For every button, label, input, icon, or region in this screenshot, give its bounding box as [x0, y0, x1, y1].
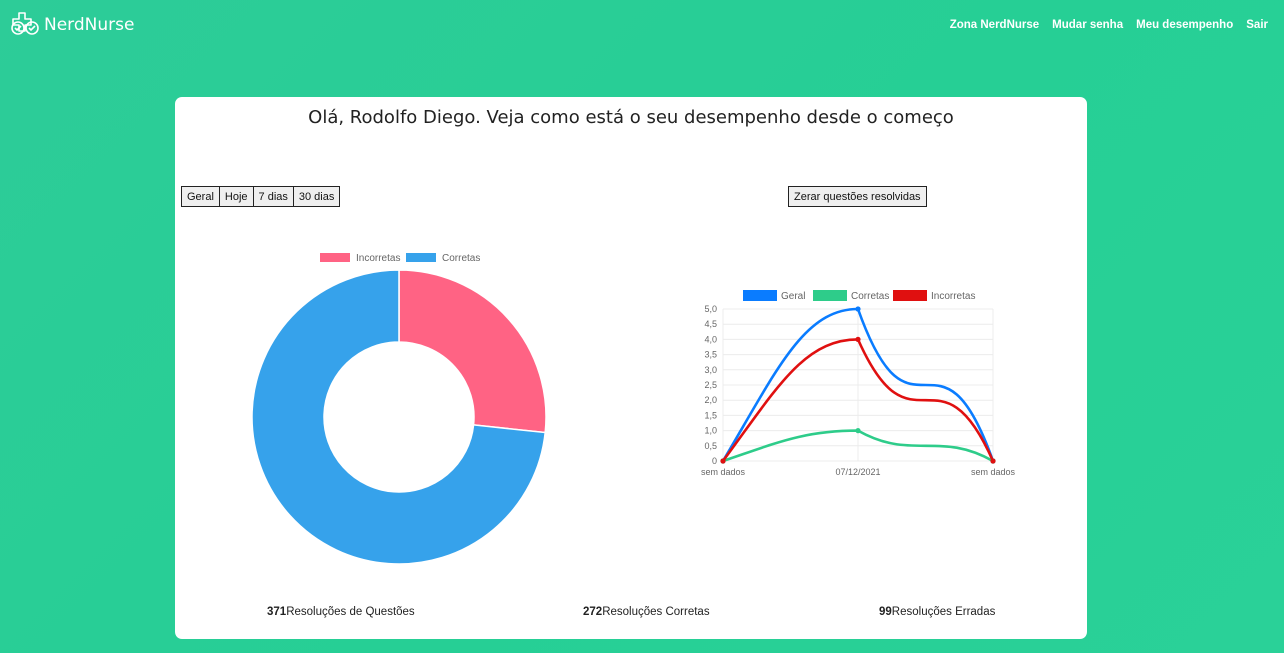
legend-label-0: Incorretas	[356, 253, 400, 264]
stat-wrong: 99Resoluções Erradas	[879, 606, 995, 618]
stat-correct-label: Resoluções Corretas	[602, 606, 710, 618]
brand-name: NerdNurse	[44, 15, 135, 35]
stat-wrong-label: Resoluções Erradas	[891, 606, 996, 618]
y-tick-label: 0	[712, 456, 717, 466]
point-geral	[855, 306, 861, 312]
page-title: Olá, Rodolfo Diego. Veja como está o seu…	[308, 107, 954, 128]
point-incorretas	[990, 458, 996, 464]
y-tick-label: 1,5	[704, 410, 717, 420]
performance-card: Olá, Rodolfo Diego. Veja como está o seu…	[175, 97, 1087, 639]
nav-sair[interactable]: Sair	[1246, 19, 1268, 31]
point-corretas	[855, 428, 861, 434]
y-tick-label: 4,0	[704, 334, 717, 344]
filter-30-dias-button[interactable]: 30 dias	[292, 186, 341, 207]
filter-7-dias-button[interactable]: 7 dias	[252, 186, 294, 207]
navbar: NerdNurse Zona NerdNurse Mudar senha Meu…	[0, 0, 1284, 52]
brand-logo[interactable]: NerdNurse	[10, 11, 134, 39]
doughnut-chart: Incorretas Corretas	[251, 253, 547, 565]
stat-total-value: 371	[267, 606, 287, 618]
point-incorretas	[855, 336, 861, 342]
legend-swatch-1	[406, 253, 436, 262]
stat-total-label: Resoluções de Questões	[286, 606, 415, 618]
nav-meu-desempenho[interactable]: Meu desempenho	[1136, 19, 1233, 31]
nav-zona-nerdnurse[interactable]: Zona NerdNurse	[950, 19, 1039, 31]
filter-hoje-button[interactable]: Hoje	[218, 186, 254, 207]
x-tick-label: sem dados	[701, 467, 746, 477]
x-tick-label: 07/12/2021	[835, 467, 880, 477]
stat-total: 371Resoluções de Questões	[267, 606, 415, 618]
legend-swatch-1	[813, 290, 847, 301]
y-tick-label: 2,0	[704, 395, 717, 405]
y-tick-label: 3,5	[704, 350, 717, 360]
nav-links: Zona NerdNurse Mudar senha Meu desempenh…	[950, 19, 1268, 31]
legend-label-0: Geral	[781, 291, 805, 302]
legend-swatch-2	[893, 290, 927, 301]
legend-swatch-0	[743, 290, 777, 301]
stat-correct: 272Resoluções Corretas	[583, 606, 710, 618]
y-tick-label: 0,5	[704, 441, 717, 451]
y-tick-label: 5,0	[704, 304, 717, 314]
x-tick-label: sem dados	[971, 467, 1016, 477]
y-tick-label: 1,0	[704, 426, 717, 436]
line-chart: Geral Corretas Incorretas 0 0,5 1,0 1,5 2,0 2,5 3…	[701, 290, 1016, 477]
nurse-logo-icon	[11, 12, 39, 35]
legend-label-1: Corretas	[442, 253, 480, 264]
filter-geral-button[interactable]: Geral	[181, 186, 220, 207]
legend-label-1: Corretas	[851, 291, 889, 302]
reset-questions-button[interactable]: Zerar questões resolvidas	[788, 186, 927, 207]
y-tick-label: 2,5	[704, 380, 717, 390]
legend-label-2: Incorretas	[931, 291, 975, 302]
stat-correct-value: 272	[583, 606, 603, 618]
y-tick-label: 4,5	[704, 319, 717, 329]
stat-wrong-value: 99	[879, 606, 892, 618]
point-incorretas	[720, 458, 726, 464]
y-tick-label: 3,0	[704, 365, 717, 375]
slice-incorretas	[398, 269, 547, 434]
period-filter-group: Geral Hoje 7 dias 30 dias	[181, 186, 341, 207]
nav-mudar-senha[interactable]: Mudar senha	[1052, 19, 1123, 31]
legend-swatch-0	[320, 253, 350, 262]
